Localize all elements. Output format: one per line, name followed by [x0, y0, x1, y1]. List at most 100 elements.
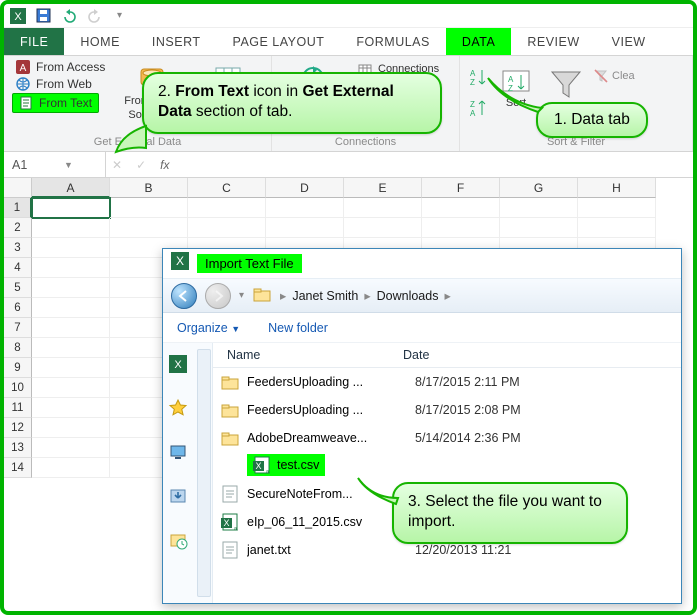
navpane-scrollbar[interactable]: [197, 349, 211, 597]
cell[interactable]: [110, 198, 188, 218]
from-text-button[interactable]: From Text: [12, 93, 99, 113]
cell[interactable]: [32, 238, 110, 258]
row-header[interactable]: 11: [4, 398, 32, 418]
cell[interactable]: [266, 198, 344, 218]
favorites-star-icon[interactable]: [169, 399, 187, 417]
formula-bar[interactable]: ✕ ✓ fx: [106, 152, 693, 177]
cell[interactable]: [188, 218, 266, 238]
desktop-icon[interactable]: [169, 443, 187, 461]
row-header[interactable]: 13: [4, 438, 32, 458]
cell[interactable]: [500, 198, 578, 218]
recent-icon[interactable]: [169, 531, 187, 549]
row-header[interactable]: 10: [4, 378, 32, 398]
row-header[interactable]: 5: [4, 278, 32, 298]
col-header-C[interactable]: C: [188, 178, 266, 198]
col-header-H[interactable]: H: [578, 178, 656, 198]
col-header-A[interactable]: A: [32, 178, 110, 198]
back-button[interactable]: [171, 283, 197, 309]
row-header[interactable]: 7: [4, 318, 32, 338]
row-header[interactable]: 2: [4, 218, 32, 238]
cell[interactable]: [32, 458, 110, 478]
tab-page-layout[interactable]: PAGE LAYOUT: [217, 28, 341, 55]
breadcrumb-item[interactable]: Downloads: [377, 289, 439, 303]
breadcrumb-item[interactable]: Janet Smith: [292, 289, 358, 303]
fx-icon[interactable]: fx: [160, 158, 169, 172]
name-box-input[interactable]: [10, 157, 56, 173]
row-header[interactable]: 8: [4, 338, 32, 358]
cell[interactable]: [422, 198, 500, 218]
tab-data[interactable]: DATA: [446, 28, 511, 55]
col-header-B[interactable]: B: [110, 178, 188, 198]
col-date-header[interactable]: Date: [403, 348, 681, 362]
cell[interactable]: [32, 318, 110, 338]
cell[interactable]: [32, 418, 110, 438]
sort-az-button[interactable]: AZ: [468, 67, 488, 92]
forward-button[interactable]: [205, 283, 231, 309]
cell[interactable]: [110, 218, 188, 238]
file-item[interactable]: FeedersUploading ...8/17/2015 2:08 PM: [213, 396, 681, 424]
redo-icon[interactable]: [89, 9, 107, 23]
cell[interactable]: [32, 398, 110, 418]
file-item[interactable]: AdobeDreamweave...5/14/2014 2:36 PM: [213, 424, 681, 452]
dialog-nav-pane[interactable]: X: [163, 343, 213, 603]
dialog-titlebar[interactable]: X Import Text File: [163, 249, 681, 279]
sort-za-button[interactable]: ZA: [468, 98, 488, 123]
cell[interactable]: [344, 198, 422, 218]
name-box[interactable]: ▼: [4, 152, 106, 177]
folder-up-icon[interactable]: [252, 285, 272, 306]
col-header-D[interactable]: D: [266, 178, 344, 198]
new-folder-button[interactable]: New folder: [268, 321, 328, 335]
organize-button[interactable]: Organize ▼: [177, 321, 240, 335]
history-dropdown-icon[interactable]: ▾: [239, 290, 244, 301]
row-header[interactable]: 9: [4, 358, 32, 378]
undo-icon[interactable]: [61, 9, 79, 23]
row-header[interactable]: 4: [4, 258, 32, 278]
cell[interactable]: [344, 218, 422, 238]
from-access-button[interactable]: A From Access: [12, 59, 109, 75]
cell[interactable]: [32, 198, 110, 218]
downloads-icon[interactable]: [169, 487, 187, 505]
file-list-header[interactable]: Name Date: [213, 343, 681, 368]
tab-view[interactable]: VIEW: [596, 28, 662, 55]
file-name: janet.txt: [247, 543, 411, 557]
col-header-E[interactable]: E: [344, 178, 422, 198]
row-header[interactable]: 12: [4, 418, 32, 438]
cell[interactable]: [32, 358, 110, 378]
from-web-label: From Web: [36, 77, 92, 91]
cell[interactable]: [32, 218, 110, 238]
cell[interactable]: [32, 258, 110, 278]
cell[interactable]: [578, 218, 656, 238]
cell[interactable]: [32, 278, 110, 298]
cell[interactable]: [266, 218, 344, 238]
row-header[interactable]: 14: [4, 458, 32, 478]
file-item[interactable]: FeedersUploading ...8/17/2015 2:11 PM: [213, 368, 681, 396]
from-web-button[interactable]: From Web: [12, 76, 96, 92]
cell[interactable]: [422, 218, 500, 238]
tab-review[interactable]: REVIEW: [511, 28, 595, 55]
qat-customize-icon[interactable]: ▾: [117, 10, 122, 21]
tab-formulas[interactable]: FORMULAS: [340, 28, 445, 55]
col-header-F[interactable]: F: [422, 178, 500, 198]
cell[interactable]: [32, 338, 110, 358]
select-all-corner[interactable]: [4, 178, 32, 198]
cell[interactable]: [32, 298, 110, 318]
tab-file[interactable]: FILE: [4, 28, 64, 55]
cell[interactable]: [32, 378, 110, 398]
chevron-down-icon[interactable]: ▼: [64, 160, 73, 170]
row-header[interactable]: 6: [4, 298, 32, 318]
save-icon[interactable]: [36, 8, 51, 23]
tab-home[interactable]: HOME: [64, 28, 136, 55]
col-header-G[interactable]: G: [500, 178, 578, 198]
cell[interactable]: [500, 218, 578, 238]
tab-insert[interactable]: INSERT: [136, 28, 217, 55]
col-name-header[interactable]: Name: [213, 348, 403, 362]
file-item[interactable]: Xa,test.csv: [213, 452, 681, 480]
ribbon-tabstrip: FILE HOME INSERT PAGE LAYOUT FORMULAS DA…: [4, 28, 693, 56]
row-header[interactable]: 3: [4, 238, 32, 258]
breadcrumb[interactable]: ▸ Janet Smith ▸ Downloads ▸: [280, 288, 451, 303]
cell[interactable]: [188, 198, 266, 218]
cell[interactable]: [578, 198, 656, 218]
row-header[interactable]: 1: [4, 198, 32, 218]
clear-filter-button[interactable]: Clea: [594, 69, 635, 83]
cell[interactable]: [32, 438, 110, 458]
